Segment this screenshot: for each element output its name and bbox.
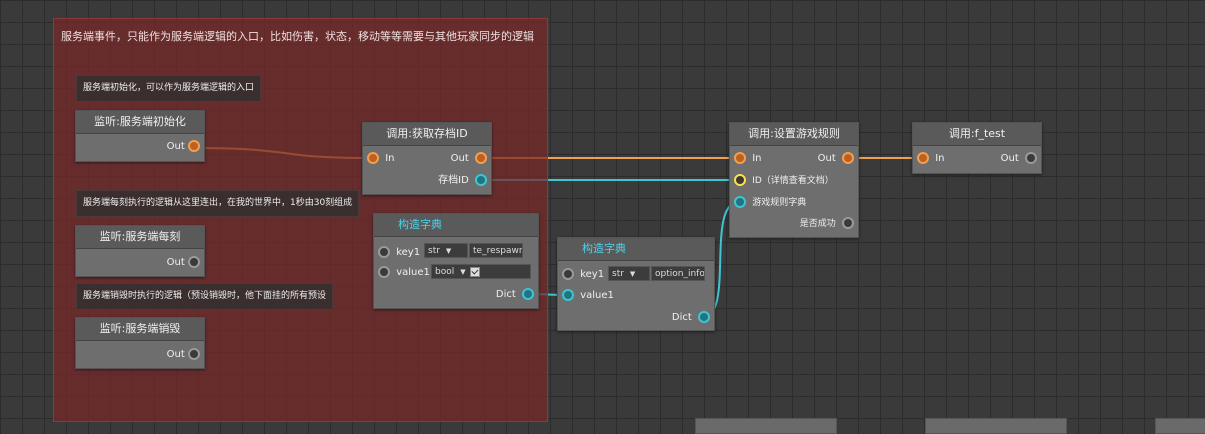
comment-init[interactable]: 服务端初始化，可以作为服务端逻辑的入口	[76, 75, 262, 102]
key1-value-input[interactable]: te_respawn	[469, 243, 523, 258]
out-label: Out	[166, 257, 185, 268]
exec-out-pin[interactable]	[842, 152, 854, 164]
out-label: Out	[166, 349, 185, 360]
dict-out-label: Dict	[671, 312, 692, 323]
comment-destroy[interactable]: 服务端销毁时执行的逻辑（预设销毁时，他下面挂的所有预设	[76, 283, 334, 310]
dict-out-label: Dict	[495, 289, 516, 300]
value1-in-pin[interactable]	[378, 266, 390, 278]
chevron-down-icon: ▼	[629, 270, 636, 278]
exec-out-pin[interactable]	[475, 152, 487, 164]
node-set-game-rules[interactable]: 调用:设置游戏规则 In Out ID（详情查看文档） 游戏规则字典 是否成功	[729, 122, 859, 238]
dict-out-pin[interactable]	[698, 311, 710, 323]
offscreen-node-stub-1[interactable]	[695, 418, 837, 434]
value1-type-select[interactable]: bool ▼	[431, 264, 531, 279]
comment-tick[interactable]: 服务端每刻执行的逻辑从这里连出，在我的世界中，1秒由30刻组成	[76, 190, 360, 217]
out-label: Out	[1000, 153, 1019, 164]
node-title: 调用:设置游戏规则	[730, 123, 858, 146]
node-get-save-id[interactable]: 调用:获取存档ID In Out 存档ID	[362, 122, 492, 195]
exec-in-pin[interactable]	[367, 152, 379, 164]
success-label: 是否成功	[799, 219, 836, 229]
node-listen-server-tick[interactable]: 监听:服务端每刻 Out	[75, 225, 205, 277]
value1-label: value1	[396, 267, 430, 278]
key1-type-select[interactable]: str ▼	[424, 243, 468, 258]
offscreen-node-stub-3[interactable]	[1155, 418, 1205, 434]
out-label: Out	[450, 153, 469, 164]
in-label: In	[752, 153, 762, 164]
out-label: Out	[166, 141, 185, 152]
node-title: 调用:f_test	[913, 123, 1041, 146]
node-title: 构造字典	[374, 214, 538, 237]
dict-out-pin[interactable]	[522, 288, 534, 300]
exec-out-pin[interactable]	[1025, 152, 1037, 164]
in-label: In	[385, 153, 395, 164]
key1-type-select[interactable]: str ▼	[608, 266, 650, 281]
id-in-pin[interactable]	[734, 174, 746, 186]
rules-dict-in-pin[interactable]	[734, 196, 746, 208]
node-construct-dict-2[interactable]: 构造字典 key1 str ▼ option_info value1 Dict	[557, 237, 715, 331]
rules-dict-label: 游戏规则字典	[752, 198, 807, 208]
node-title: 调用:获取存档ID	[363, 123, 491, 146]
node-listen-server-init[interactable]: 监听:服务端初始化 Out	[75, 110, 205, 162]
node-title: 监听:服务端初始化	[76, 111, 204, 134]
node-title: 构造字典	[558, 238, 714, 261]
exec-in-pin[interactable]	[734, 152, 746, 164]
node-construct-dict-1[interactable]: 构造字典 key1 str ▼ te_respawn value1 bool ▼ D…	[373, 213, 539, 309]
offscreen-node-stub-2[interactable]	[925, 418, 1067, 434]
node-f-test[interactable]: 调用:f_test In Out	[912, 122, 1042, 174]
success-out-pin[interactable]	[842, 217, 854, 229]
exec-in-pin[interactable]	[917, 152, 929, 164]
value1-label: value1	[580, 290, 614, 301]
out-label: Out	[817, 153, 836, 164]
exec-out-pin[interactable]	[188, 256, 200, 268]
save-id-out-pin[interactable]	[475, 174, 487, 186]
exec-out-pin[interactable]	[188, 348, 200, 360]
exec-out-pin[interactable]	[188, 140, 200, 152]
node-title: 监听:服务端销毁	[76, 318, 204, 341]
in-label: In	[935, 153, 945, 164]
save-id-label: 存档ID	[438, 175, 469, 186]
key1-in-pin[interactable]	[378, 246, 390, 258]
chevron-down-icon: ▼	[460, 268, 466, 276]
value1-in-pin[interactable]	[562, 289, 574, 301]
node-title: 监听:服务端每刻	[76, 226, 204, 249]
group-title: 服务端事件，只能作为服务端逻辑的入口，比如伤害，状态，移动等等需要与其他玩家同步…	[61, 30, 534, 43]
value1-checkbox[interactable]	[469, 266, 480, 277]
key1-label: key1	[580, 269, 605, 280]
key1-in-pin[interactable]	[562, 268, 574, 280]
chevron-down-icon: ▼	[445, 247, 452, 255]
node-listen-server-destroy[interactable]: 监听:服务端销毁 Out	[75, 317, 205, 369]
key1-value-input[interactable]: option_info	[651, 266, 705, 281]
id-label: ID（详情查看文档）	[752, 176, 834, 186]
key1-label: key1	[396, 247, 421, 258]
